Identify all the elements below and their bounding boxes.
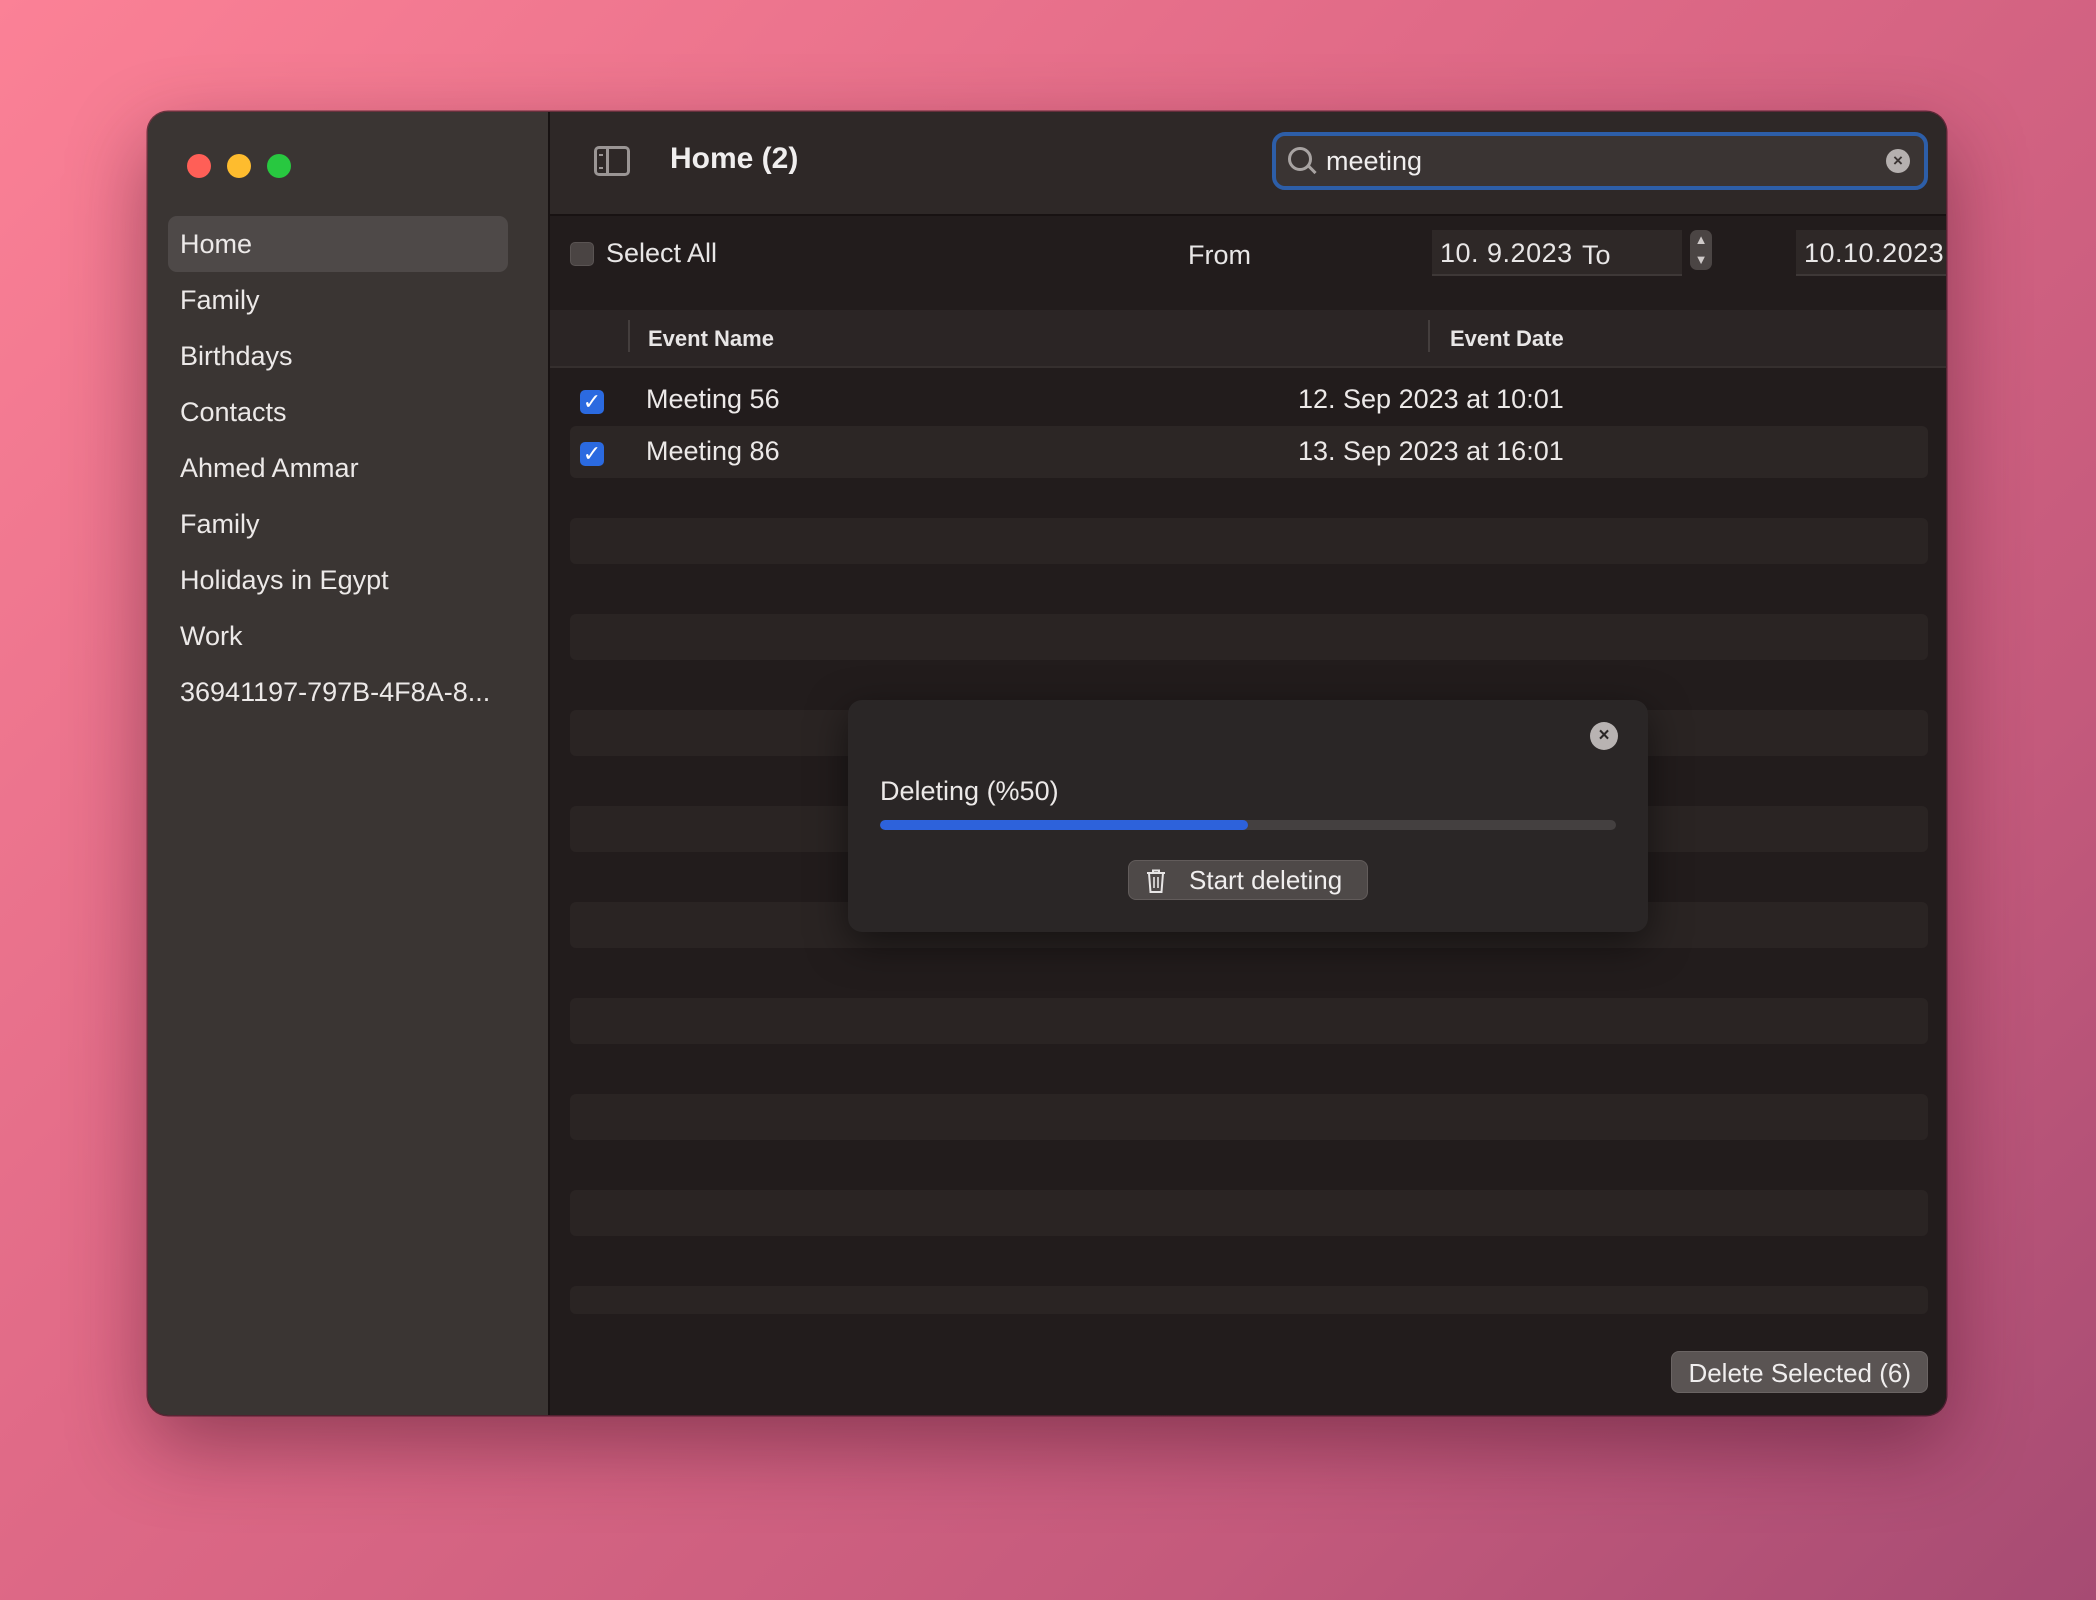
- app-window: Home Family Birthdays Contacts Ahmed Amm…: [148, 112, 1946, 1415]
- event-name-cell: Meeting 86: [646, 436, 780, 466]
- close-dialog-icon[interactable]: ×: [1590, 722, 1618, 750]
- event-date-cell: 13. Sep 2023 at 16:01: [1298, 436, 1564, 466]
- to-date-field[interactable]: 10.10.2023: [1796, 230, 1946, 276]
- sidebar-item-uuid-calendar[interactable]: 36941197-797B-4F8A-8...: [168, 664, 508, 720]
- sidebar-item-home[interactable]: Home: [168, 216, 508, 272]
- from-date-field[interactable]: 10. 9.2023: [1432, 230, 1682, 276]
- sidebar-item-contacts[interactable]: Contacts: [168, 384, 508, 440]
- sidebar-item-ahmed-ammar[interactable]: Ahmed Ammar: [168, 440, 508, 496]
- bottom-bar: Delete Selected (6): [550, 1321, 1946, 1415]
- select-all-checkbox[interactable]: [570, 242, 594, 266]
- sidebar-item-birthdays[interactable]: Birthdays: [168, 328, 508, 384]
- delete-progress-bar: [880, 820, 1616, 830]
- toolbar: Home (2) ×: [550, 112, 1946, 216]
- delete-selected-button[interactable]: Delete Selected (6): [1671, 1351, 1928, 1393]
- column-header-event-name[interactable]: Event Name: [648, 326, 774, 352]
- chevron-up-icon[interactable]: ▲: [1690, 230, 1712, 250]
- sidebar: Home Family Birthdays Contacts Ahmed Amm…: [148, 112, 550, 1415]
- empty-row: [570, 1190, 1928, 1236]
- window-controls: [187, 154, 291, 178]
- from-date-stepper[interactable]: ▲ ▼: [1690, 230, 1712, 270]
- empty-row: [570, 614, 1928, 660]
- delete-progress-dialog: × Deleting (%50) Start deleting: [848, 700, 1648, 932]
- search-input[interactable]: [1326, 136, 1846, 186]
- start-deleting-label: Start deleting: [1189, 865, 1343, 895]
- empty-row: [570, 1286, 1928, 1314]
- progress-fill: [880, 820, 1248, 830]
- filter-bar: Select All From 10. 9.2023 ▲ ▼ To 10.10.…: [550, 216, 1946, 312]
- table-header: Event Name Event Date: [550, 310, 1946, 368]
- column-header-event-date[interactable]: Event Date: [1450, 326, 1564, 352]
- row-checkbox[interactable]: ✓: [580, 390, 604, 414]
- event-date-cell: 12. Sep 2023 at 10:01: [1298, 384, 1564, 414]
- chevron-down-icon[interactable]: ▼: [1690, 250, 1712, 270]
- event-table-body: ✓ Meeting 56 12. Sep 2023 at 10:01 ✓ Mee…: [570, 374, 1928, 478]
- table-row[interactable]: ✓ Meeting 56 12. Sep 2023 at 10:01: [570, 374, 1928, 426]
- start-deleting-button[interactable]: Start deleting: [1128, 860, 1368, 900]
- sidebar-item-family-2[interactable]: Family: [168, 496, 508, 552]
- sidebar-list: Home Family Birthdays Contacts Ahmed Amm…: [168, 216, 508, 720]
- to-label: To: [1582, 240, 1611, 270]
- clear-search-icon[interactable]: ×: [1886, 149, 1910, 173]
- minimize-window-button[interactable]: [227, 154, 251, 178]
- row-checkbox[interactable]: ✓: [580, 442, 604, 466]
- search-field[interactable]: ×: [1272, 132, 1928, 190]
- event-name-cell: Meeting 56: [646, 384, 780, 414]
- search-icon: [1288, 147, 1312, 171]
- select-all-label[interactable]: Select All: [606, 238, 717, 269]
- sidebar-toggle-icon[interactable]: [594, 146, 630, 176]
- table-row[interactable]: ✓ Meeting 86 13. Sep 2023 at 16:01: [570, 426, 1928, 478]
- from-label: From: [1188, 240, 1251, 270]
- sidebar-item-work[interactable]: Work: [168, 608, 508, 664]
- column-divider[interactable]: [1428, 320, 1430, 352]
- sidebar-item-holidays-in-egypt[interactable]: Holidays in Egypt: [168, 552, 508, 608]
- column-divider[interactable]: [628, 320, 630, 352]
- trash-icon: [1147, 869, 1165, 893]
- zoom-window-button[interactable]: [267, 154, 291, 178]
- empty-row: [570, 998, 1928, 1044]
- deleting-status-text: Deleting (%50): [880, 776, 1059, 806]
- page-title: Home (2): [670, 142, 799, 175]
- empty-row: [570, 518, 1928, 564]
- empty-row: [570, 1094, 1928, 1140]
- close-window-button[interactable]: [187, 154, 211, 178]
- sidebar-item-family[interactable]: Family: [168, 272, 508, 328]
